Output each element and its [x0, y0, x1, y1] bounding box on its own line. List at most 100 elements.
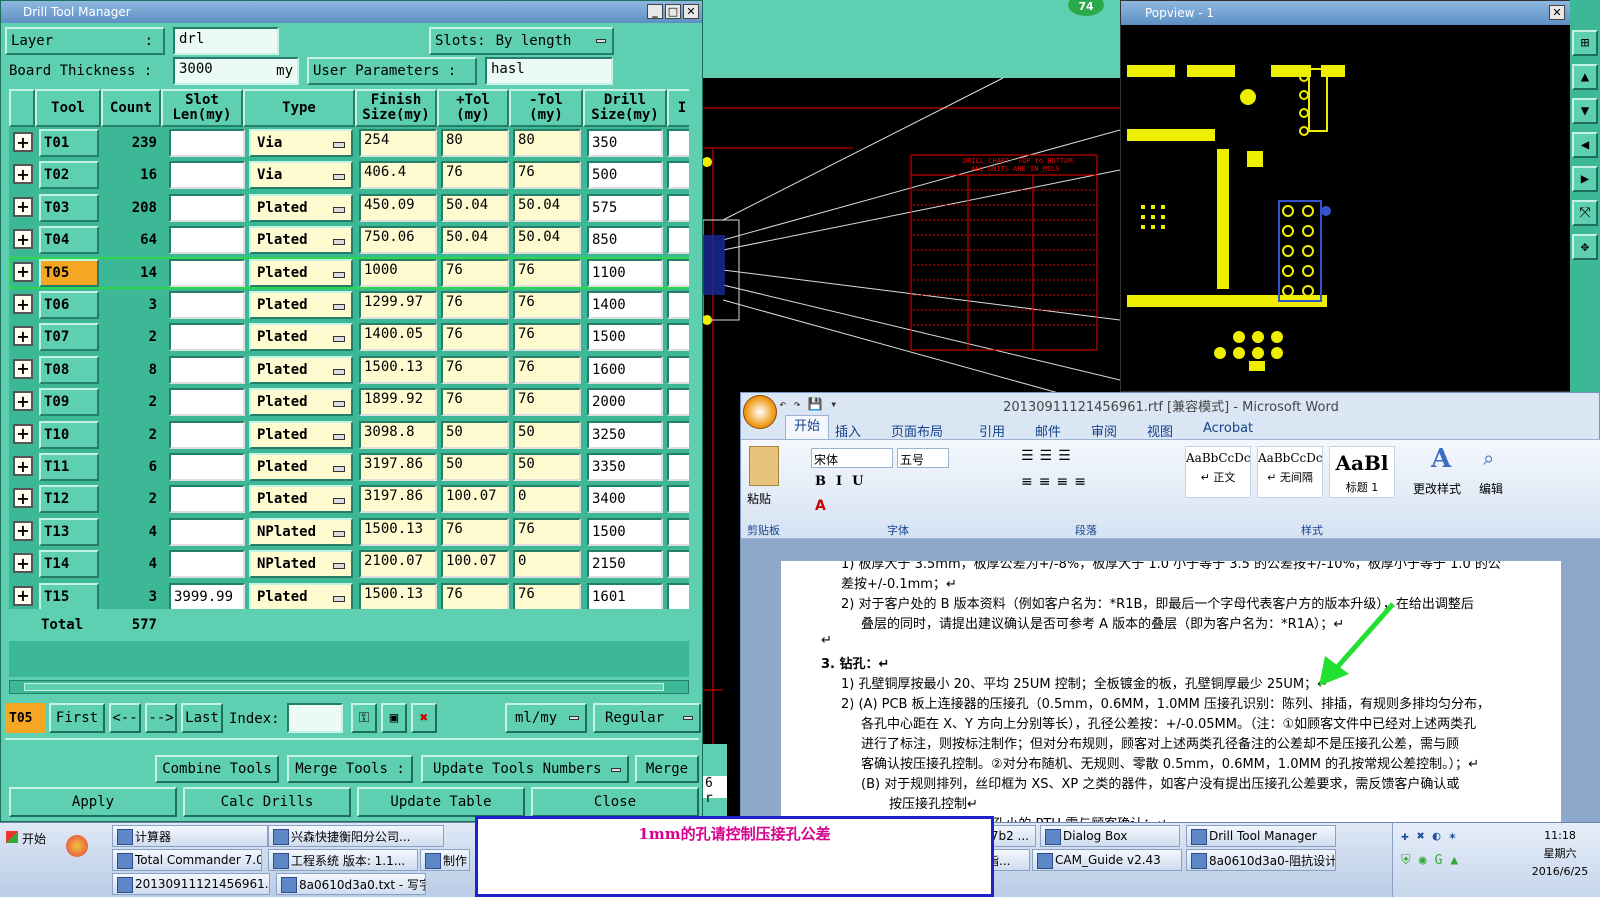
- popview-window[interactable]: Popview - 1 ✕: [1120, 0, 1571, 392]
- cell-ntol[interactable]: 50.04: [513, 226, 581, 255]
- cell-slot[interactable]: [169, 161, 245, 190]
- table-row[interactable]: + T07 2 Plated 1400.05 76 76 1500: [9, 321, 689, 353]
- cell-drill[interactable]: 1400: [587, 291, 663, 319]
- tray-icons[interactable]: ✚✖◐✶: [1401, 829, 1464, 844]
- ribbon-tab[interactable]: 页面布局: [891, 421, 943, 440]
- change-styles-label[interactable]: 更改样式: [1413, 480, 1461, 497]
- zoom-icon[interactable]: ⊞: [1572, 30, 1598, 56]
- pan-up-icon[interactable]: ▲: [1572, 64, 1598, 90]
- cell-drill[interactable]: 1601: [587, 582, 663, 611]
- align-buttons[interactable]: ≡≡≡≡: [1021, 474, 1092, 490]
- cell-drill[interactable]: 1100: [587, 258, 663, 287]
- cell-ptol[interactable]: 80: [441, 129, 509, 157]
- cell-finish[interactable]: 2100.07: [359, 550, 437, 579]
- cell-slot[interactable]: [169, 226, 245, 255]
- cell-slot[interactable]: [169, 420, 245, 449]
- cell-drill[interactable]: 3400: [587, 485, 663, 514]
- cell-finish[interactable]: 1000: [359, 258, 437, 287]
- cell-ptol[interactable]: 50: [441, 453, 509, 481]
- ribbon-tab[interactable]: 引用: [979, 421, 1005, 440]
- find-icon[interactable]: ⌕: [1483, 446, 1494, 470]
- tool-name[interactable]: T09: [39, 388, 99, 417]
- table-row[interactable]: + T09 2 Plated 1899.92 76 76 2000: [9, 386, 689, 418]
- cell-finish[interactable]: 1500.13: [359, 355, 437, 384]
- word-titlebar[interactable]: 20130911121456961.rtf [兼容模式] - Microsoft…: [741, 393, 1600, 417]
- taskbar-button[interactable]: 工程系统 版本: 1.1...: [268, 849, 418, 871]
- horizontal-scrollbar[interactable]: [9, 680, 689, 694]
- units-select[interactable]: ml/my: [505, 703, 587, 733]
- start-button[interactable]: 开始: [2, 827, 52, 849]
- table-row[interactable]: + T04 64 Plated 750.06 50.04 50.04 850: [9, 224, 689, 256]
- cell-slot[interactable]: [169, 193, 245, 222]
- expand-row-icon[interactable]: +: [13, 326, 33, 347]
- table-row[interactable]: + T05 14 Plated 1000 76 76 1100: [9, 256, 689, 289]
- cell-finish[interactable]: 1500.13: [359, 517, 437, 546]
- tool-name[interactable]: T05: [39, 258, 99, 287]
- cell-ntol[interactable]: 0: [513, 485, 581, 514]
- cell-drill[interactable]: 850: [587, 226, 663, 255]
- ribbon-tab[interactable]: 邮件: [1035, 421, 1061, 440]
- format-buttons[interactable]: BIU: [815, 474, 873, 489]
- cell-drill[interactable]: 3350: [587, 453, 663, 481]
- cell-extra[interactable]: [667, 355, 689, 384]
- cell-slot[interactable]: [169, 355, 245, 384]
- document-page[interactable]: 1) 板厚大于 3.5mm，板厚公差为+/-8%，板厚大于 1.0 小于等于 3…: [781, 561, 1561, 823]
- table-row[interactable]: + T14 4 NPlated 2100.07 100.07 0 2150: [9, 548, 689, 580]
- merge-button[interactable]: Merge: [635, 755, 699, 783]
- cell-extra[interactable]: [667, 485, 689, 514]
- cell-finish[interactable]: 1899.92: [359, 388, 437, 417]
- popview-titlebar[interactable]: Popview - 1 ✕: [1121, 1, 1571, 25]
- cell-extra[interactable]: [667, 161, 689, 190]
- cell-extra[interactable]: [667, 193, 689, 222]
- cell-extra[interactable]: [667, 129, 689, 157]
- layer-input[interactable]: drl: [173, 27, 279, 55]
- expand-row-icon[interactable]: +: [13, 132, 33, 152]
- cell-ntol[interactable]: 76: [513, 161, 581, 190]
- tool-name[interactable]: T06: [39, 291, 99, 319]
- cell-ntol[interactable]: 76: [513, 355, 581, 384]
- first-button[interactable]: First: [49, 703, 105, 733]
- cell-slot[interactable]: 3999.99: [169, 582, 245, 611]
- update-tools-numbers-select[interactable]: Update Tools Numbers: [421, 755, 629, 783]
- cell-type[interactable]: Plated: [249, 323, 353, 352]
- taskbar-button[interactable]: 制作: [420, 849, 470, 871]
- table-row[interactable]: + T06 3 Plated 1299.97 76 76 1400: [9, 289, 689, 321]
- mode-select[interactable]: Regular: [593, 703, 701, 733]
- tool-name[interactable]: T11: [39, 453, 99, 481]
- cell-ptol[interactable]: 76: [441, 582, 509, 611]
- cell-drill[interactable]: 1500: [587, 517, 663, 546]
- cell-ntol[interactable]: 76: [513, 517, 581, 546]
- cell-ptol[interactable]: 50.04: [441, 193, 509, 222]
- apply-button[interactable]: Apply: [9, 787, 177, 817]
- cell-extra[interactable]: [667, 453, 689, 481]
- dtm-titlebar[interactable]: Drill Tool Manager _ □ ✕: [1, 1, 702, 23]
- cell-ntol[interactable]: 0: [513, 550, 581, 579]
- cell-finish[interactable]: 1500.13: [359, 582, 437, 611]
- cell-slot[interactable]: [169, 291, 245, 319]
- fit-icon[interactable]: ⤧: [1572, 200, 1598, 226]
- cell-extra[interactable]: [667, 517, 689, 546]
- center-icon[interactable]: ✥: [1572, 234, 1598, 260]
- table-row[interactable]: + T01 239 Via 254 80 80 350: [9, 127, 689, 159]
- taskbar-button[interactable]: Dialog Box: [1040, 825, 1180, 847]
- cell-ptol[interactable]: 100.07: [441, 485, 509, 514]
- tool-name[interactable]: T04: [39, 226, 99, 255]
- user-params-input[interactable]: hasl: [485, 57, 613, 85]
- tool-name[interactable]: T02: [39, 161, 99, 190]
- cell-type[interactable]: Plated: [249, 420, 353, 449]
- word-window[interactable]: 20130911121456961.rtf [兼容模式] - Microsoft…: [740, 392, 1600, 823]
- cell-slot[interactable]: [169, 485, 245, 514]
- cell-ptol[interactable]: 50.04: [441, 226, 509, 255]
- cell-finish[interactable]: 450.09: [359, 193, 437, 222]
- cell-type[interactable]: Plated: [249, 388, 353, 417]
- style-option[interactable]: AaBbCcDc ↵ 无间隔: [1257, 446, 1323, 498]
- change-styles-icon[interactable]: A: [1431, 444, 1451, 474]
- close-icon[interactable]: ✕: [683, 4, 699, 19]
- ribbon-tab[interactable]: 审阅: [1091, 421, 1117, 440]
- expand-row-icon[interactable]: +: [13, 456, 33, 476]
- slots-select[interactable]: By length: [496, 33, 572, 49]
- cell-ptol[interactable]: 76: [441, 291, 509, 319]
- tool-name[interactable]: T14: [39, 550, 99, 579]
- cell-drill[interactable]: 1500: [587, 323, 663, 352]
- lock-icon[interactable]: ⚿: [351, 703, 377, 733]
